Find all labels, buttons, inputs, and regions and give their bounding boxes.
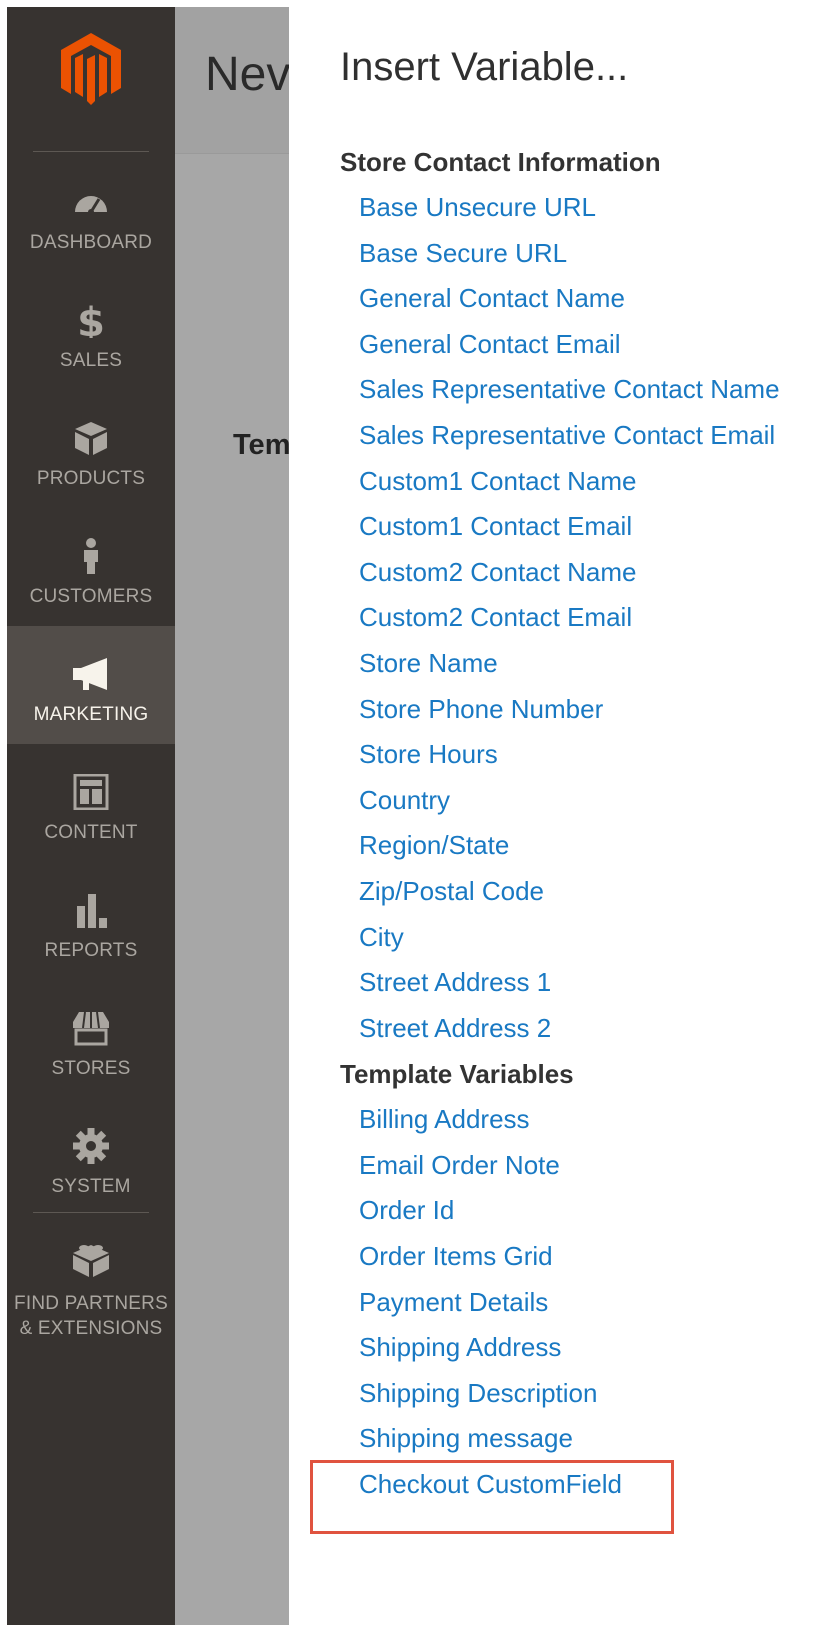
sidebar-item-marketing[interactable]: MARKETING (7, 626, 175, 744)
sidebar-item-label: REPORTS (44, 940, 138, 961)
sidebar-item-products[interactable]: PRODUCTS (7, 390, 175, 508)
sidebar-item-label: MARKETING (33, 704, 149, 725)
page-title: Nev (205, 48, 291, 101)
sidebar-item-sales[interactable]: $ SALES (7, 272, 175, 390)
template-field-label: Tem (233, 429, 291, 461)
variable-link-store-name[interactable]: Store Name (340, 641, 820, 687)
variable-link-zip-postal-code[interactable]: Zip/Postal Code (340, 869, 820, 915)
sidebar-item-dashboard[interactable]: DASHBOARD (7, 154, 175, 272)
variable-link-custom1-contact-name[interactable]: Custom1 Contact Name (340, 459, 820, 505)
sidebar-item-label: CUSTOMERS (29, 586, 153, 607)
variable-link-custom2-contact-name[interactable]: Custom2 Contact Name (340, 550, 820, 596)
variable-link-shipping-description[interactable]: Shipping Description (340, 1371, 820, 1417)
variable-link-custom1-contact-email[interactable]: Custom1 Contact Email (340, 504, 820, 550)
insert-variable-modal: Insert Variable... Store Contact Informa… (289, 7, 822, 1625)
sidebar-item-reports[interactable]: REPORTS (7, 862, 175, 980)
variable-link-billing-address[interactable]: Billing Address (340, 1097, 820, 1143)
variable-link-country[interactable]: Country (340, 778, 820, 824)
sidebar-item-label: DASHBOARD (29, 232, 153, 253)
variable-link-order-id[interactable]: Order Id (340, 1188, 820, 1234)
megaphone-icon (73, 658, 107, 690)
person-icon (84, 538, 98, 574)
sidebar-item-label: CONTENT (44, 822, 138, 843)
blocks-icon (73, 1245, 109, 1277)
variable-link-sales-rep-contact-email[interactable]: Sales Representative Contact Email (340, 413, 820, 459)
dashboard-icon (75, 196, 107, 215)
variable-link-sales-rep-contact-name[interactable]: Sales Representative Contact Name (340, 367, 820, 413)
modal-title: Insert Variable... (340, 45, 629, 89)
variable-link-street-address-1[interactable]: Street Address 1 (340, 960, 820, 1006)
group-heading-template-variables: Template Variables (340, 1059, 574, 1090)
variable-link-checkout-customfield[interactable]: Checkout CustomField (340, 1462, 820, 1508)
variable-link-shipping-message[interactable]: Shipping message (340, 1416, 820, 1462)
admin-sidebar: DASHBOARD $ SALES PRODUCTS CUSTOMERS MAR… (7, 7, 175, 1625)
variable-link-general-contact-email[interactable]: General Contact Email (340, 322, 820, 368)
variable-link-region-state[interactable]: Region/State (340, 823, 820, 869)
sidebar-item-customers[interactable]: CUSTOMERS (7, 508, 175, 626)
sidebar-item-label: PRODUCTS (36, 468, 146, 489)
magento-logo-icon[interactable] (59, 31, 123, 107)
variable-list: Store Contact Information Base Unsecure … (340, 139, 820, 1508)
variable-link-order-items-grid[interactable]: Order Items Grid (340, 1234, 820, 1280)
sidebar-item-label: FIND PARTNERS & EXTENSIONS (7, 1291, 175, 1341)
sidebar-item-label: STORES (51, 1058, 131, 1079)
gear-icon (73, 1128, 109, 1164)
variable-link-store-phone-number[interactable]: Store Phone Number (340, 687, 820, 733)
sidebar-divider (33, 1212, 149, 1213)
box-icon (75, 422, 107, 455)
sidebar-item-system[interactable]: SYSTEM (7, 1098, 175, 1216)
dollar-icon: $ (77, 302, 105, 338)
app-frame: DASHBOARD $ SALES PRODUCTS CUSTOMERS MAR… (7, 7, 822, 1625)
bar-chart-icon (77, 894, 107, 928)
sidebar-item-label: SALES (59, 350, 123, 371)
variable-link-shipping-address[interactable]: Shipping Address (340, 1325, 820, 1371)
storefront-icon (73, 1011, 109, 1046)
sidebar-item-label-line1: FIND PARTNERS (14, 1293, 168, 1314)
sidebar-item-content[interactable]: CONTENT (7, 744, 175, 862)
variable-link-base-secure-url[interactable]: Base Secure URL (340, 231, 820, 277)
svg-text:$: $ (77, 302, 105, 338)
sidebar-item-find-partners[interactable]: FIND PARTNERS & EXTENSIONS (7, 1217, 175, 1347)
variable-link-email-order-note[interactable]: Email Order Note (340, 1143, 820, 1189)
variable-link-base-unsecure-url[interactable]: Base Unsecure URL (340, 185, 820, 231)
variable-link-store-hours[interactable]: Store Hours (340, 732, 820, 778)
variable-link-general-contact-name[interactable]: General Contact Name (340, 276, 820, 322)
sidebar-divider (33, 151, 149, 152)
variable-link-city[interactable]: City (340, 915, 820, 961)
group-heading-store-contact: Store Contact Information (340, 147, 661, 177)
variable-link-payment-details[interactable]: Payment Details (340, 1280, 820, 1326)
variable-link-street-address-2[interactable]: Street Address 2 (340, 1006, 820, 1052)
sidebar-item-stores[interactable]: STORES (7, 980, 175, 1098)
sidebar-item-label: SYSTEM (51, 1176, 131, 1197)
variable-link-custom2-contact-email[interactable]: Custom2 Contact Email (340, 595, 820, 641)
layout-icon (73, 774, 109, 810)
sidebar-item-label-line2: & EXTENSIONS (19, 1318, 163, 1339)
